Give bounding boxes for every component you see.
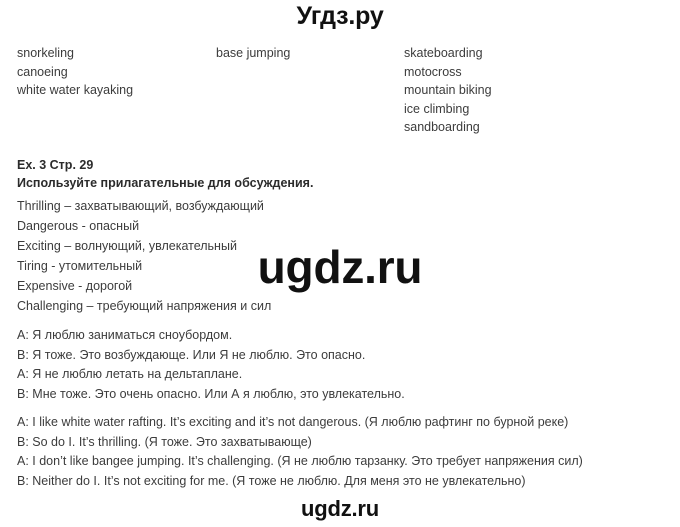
list-item: snorkeling [17, 46, 74, 60]
list-item: sandboarding [404, 120, 480, 134]
list-item: white water kayaking [17, 83, 134, 97]
dialogue-line: A: I like white water rafting. It’s exci… [17, 415, 569, 429]
dialogue-russian: A: Я люблю заниматься сноубордом. B: Я т… [17, 326, 677, 404]
word-column-2: base jumping [216, 44, 290, 63]
watermark-middle: ugdz.ru [257, 241, 423, 293]
dialogue-line: B: Neither do I. It’s not exciting for m… [17, 473, 526, 488]
watermark-bottom: ugdz.ru [300, 496, 380, 521]
list-item: base jumping [216, 46, 291, 60]
exercise-title: Ex. 3 Стр. 29 [17, 158, 94, 172]
dialogue-line: B: Я тоже. Это возбуждающе. Или Я не люб… [17, 347, 366, 362]
dialogue-line: A: Я люблю заниматься сноубордом. [17, 328, 233, 342]
list-item: motocross [404, 64, 462, 79]
list-item: canoeing [17, 64, 68, 79]
word-column-1: snorkeling canoeing white water kayaking [17, 44, 133, 100]
word-column-3: skateboarding motocross mountain biking … [404, 44, 492, 137]
adjective-line: Challenging – требующий напряжения и сил [17, 299, 272, 313]
dialogue-english: A: I like white water rafting. It’s exci… [17, 413, 677, 491]
adjective-line: Thrilling – захватывающий, возбуждающий [17, 199, 264, 213]
sports-word-list: snorkeling canoeing white water kayaking… [0, 44, 680, 144]
document-page: Угдз.ру snorkeling canoeing white water … [0, 0, 680, 527]
adjective-line: Dangerous - опасный [17, 219, 140, 233]
dialogue-line: B: Мне тоже. Это очень опасно. Или А я л… [17, 386, 405, 401]
exercise-subtitle: Используйте прилагательные для обсуждени… [17, 176, 314, 190]
dialogue-line: B: So do I. It’s thrilling. (Я тоже. Это… [17, 434, 312, 449]
list-item: mountain biking [404, 83, 492, 97]
list-item: skateboarding [404, 46, 483, 60]
watermark-top: Угдз.ру [296, 2, 384, 30]
dialogue-line: A: Я не люблю летать на дельтаплане. [17, 367, 243, 381]
list-item: ice climbing [404, 101, 470, 116]
dialogue-line: A: I don’t like bangee jumping. It’s cha… [17, 454, 583, 468]
